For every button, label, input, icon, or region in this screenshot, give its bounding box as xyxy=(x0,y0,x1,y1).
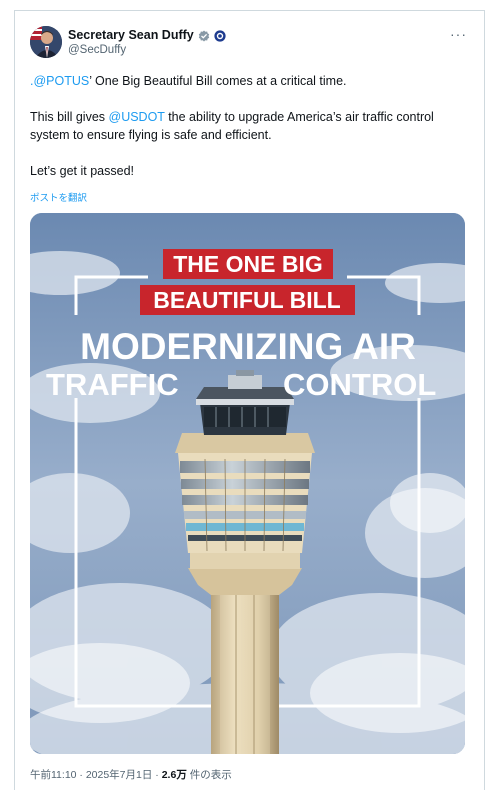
banner-line-2: BEAUTIFUL BILL xyxy=(153,287,340,313)
headline-line-1: MODERNIZING AIR xyxy=(80,326,416,367)
views-label: 件の表示 xyxy=(186,769,232,781)
views-count[interactable]: 2.6万 xyxy=(162,769,187,781)
more-options-button[interactable]: ··· xyxy=(450,26,467,42)
post-line-1: .@POTUS’ One Big Beautiful Bill comes at… xyxy=(30,72,465,90)
post-timestamp[interactable]: 午前11:10 · 2025年7月1日 xyxy=(30,769,152,781)
post-line-2-pre: This bill gives xyxy=(30,110,109,124)
author-name-row[interactable]: Secretary Sean Duffy xyxy=(68,28,226,42)
banner-line-1: THE ONE BIG xyxy=(173,251,323,277)
air-traffic-control-graphic: THE ONE BIG BEAUTIFUL BILL MODERNIZING A… xyxy=(30,213,465,754)
verified-badge-icon xyxy=(198,29,210,42)
author-handle[interactable]: @SecDuffy xyxy=(68,44,126,56)
author-name[interactable]: Secretary Sean Duffy xyxy=(68,28,194,42)
post-line-2: This bill gives @USDOT the ability to up… xyxy=(30,108,465,144)
post-text: .@POTUS’ One Big Beautiful Bill comes at… xyxy=(30,72,465,180)
avatar[interactable] xyxy=(30,26,62,58)
post-image[interactable]: THE ONE BIG BEAUTIFUL BILL MODERNIZING A… xyxy=(30,213,465,754)
translate-post-link[interactable]: ポストを翻訳 xyxy=(30,190,87,204)
meta-separator: · xyxy=(152,769,162,781)
usdot-mention-link[interactable]: @USDOT xyxy=(109,110,165,124)
post-metadata: 午前11:10 · 2025年7月1日 · 2.6万 件の表示 xyxy=(30,767,232,782)
headline-word-control: CONTROL xyxy=(283,367,436,402)
potus-mention-link[interactable]: .@POTUS xyxy=(30,74,89,88)
government-seal-icon xyxy=(214,29,226,42)
post-line-3: Let’s get it passed! xyxy=(30,164,135,178)
post-line-1-text: ’ One Big Beautiful Bill comes at a crit… xyxy=(89,74,347,88)
headline-word-traffic: TRAFFIC xyxy=(46,367,179,402)
post-header: Secretary Sean Duffy @SecDuffy ··· xyxy=(30,26,467,62)
